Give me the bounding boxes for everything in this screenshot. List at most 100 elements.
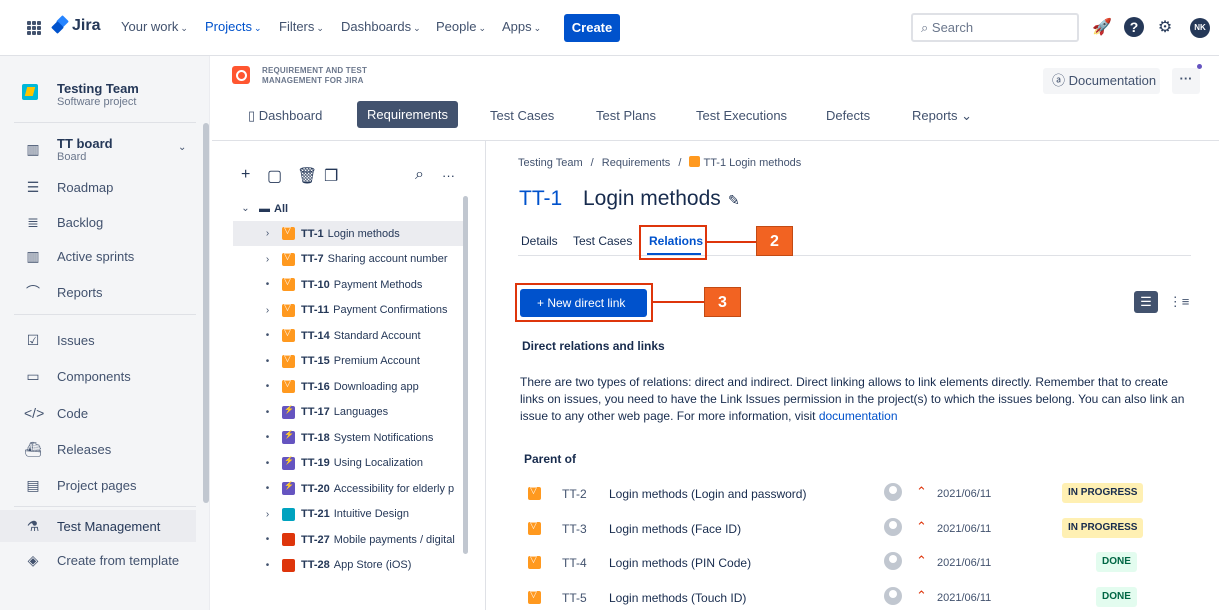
bullet-icon: •	[265, 457, 270, 469]
sidebar-item-code[interactable]: </> Code	[0, 397, 196, 429]
tree-row[interactable]: • TT-10Payment Methods	[233, 272, 463, 297]
documentation-button[interactable]: ⓐ Documentation	[1043, 68, 1160, 94]
tab-dashboard[interactable]: ▯ Dashboard	[248, 108, 322, 124]
sidebar-item-issues[interactable]: ☑ Issues	[0, 324, 196, 356]
relation-key[interactable]: TT-5	[562, 591, 587, 605]
add-icon[interactable]: +	[241, 166, 250, 184]
tab-test-cases[interactable]: Test Cases	[490, 108, 554, 123]
tab-reports[interactable]: Reports ⌄	[912, 108, 972, 124]
sidebar-item-project-pages[interactable]: ▤ Project pages	[0, 469, 196, 501]
relation-name[interactable]: Login methods (Login and password)	[609, 487, 806, 501]
tree-row[interactable]: • TT-16Downloading app	[233, 374, 463, 399]
relation-row[interactable]: TT-2 Login methods (Login and password) ⌃ 2…	[518, 477, 1198, 511]
tree-row[interactable]: • TT-17Languages	[233, 400, 463, 425]
tree-row[interactable]: › TT-21 Intuitive Design	[233, 502, 463, 527]
relation-key[interactable]: TT-4	[562, 556, 587, 570]
chevron-down-icon[interactable]: ⌄	[178, 142, 186, 153]
tree-row[interactable]: • TT-14Standard Account	[233, 323, 463, 348]
app-name-line2: MANAGEMENT FOR JIRA	[262, 76, 364, 85]
sidebar-item-backlog[interactable]: ≣ Backlog	[0, 206, 196, 238]
bullet-icon: •	[265, 559, 270, 571]
jira-logo[interactable]: Jira	[51, 15, 100, 35]
more-icon[interactable]: ···	[442, 168, 455, 183]
breadcrumb-requirements[interactable]: Requirements	[602, 157, 670, 169]
chevron-right-icon[interactable]: ›	[260, 254, 275, 265]
tree-row[interactable]: • TT-20Accessibility for elderly p	[233, 476, 463, 501]
folder-icon[interactable]: ▢	[267, 166, 282, 186]
relation-name[interactable]: Login methods (Touch ID)	[609, 591, 746, 605]
relation-row[interactable]: TT-5 Login methods (Touch ID) ⌃ 2021/06/11 D…	[518, 581, 1198, 610]
documentation-link[interactable]: documentation	[819, 409, 898, 423]
tree-row[interactable]: • TT-15Premium Account	[233, 349, 463, 374]
nav-filters[interactable]: Filters ⌄	[279, 19, 324, 34]
subtab-test-cases[interactable]: Test Cases	[573, 234, 632, 248]
issue-title: Login methods	[583, 187, 721, 210]
sidebar-item-roadmap[interactable]: ☰ Roadmap	[0, 171, 196, 203]
nav-dashboards[interactable]: Dashboards ⌄	[341, 19, 421, 34]
relation-row[interactable]: TT-4 Login methods (PIN Code) ⌃ 2021/06/11 D…	[518, 546, 1198, 580]
create-button[interactable]: Create	[564, 14, 620, 42]
breadcrumb-issue[interactable]: TT-1 Login methods	[703, 157, 801, 169]
nav-apps[interactable]: Apps ⌄	[502, 19, 541, 34]
tree-root[interactable]: ⌄ ▬ All	[233, 196, 463, 221]
tree-issue-name: Using Localization	[333, 457, 424, 469]
trash-icon[interactable]: 🗑	[297, 166, 317, 186]
relation-name[interactable]: Login methods (Face ID)	[609, 522, 741, 536]
copy-icon[interactable]: ❐	[324, 166, 338, 186]
more-actions-button[interactable]: ···	[1172, 68, 1200, 94]
sidebar-scrollbar[interactable]	[203, 123, 209, 503]
settings-gear-icon[interactable]: ⚙	[1154, 17, 1176, 39]
relation-key[interactable]: TT-3	[562, 522, 587, 536]
sidebar-item-releases[interactable]: ⛴ Releases	[0, 433, 196, 465]
issue-key[interactable]: TT-1	[519, 187, 562, 211]
chevron-down-icon: ⌄	[413, 23, 421, 33]
sidebar-item-active-sprints[interactable]: ▥ Active sprints	[0, 240, 196, 272]
edit-pencil-icon[interactable]: ✎	[728, 192, 740, 209]
tree-scrollbar[interactable]	[463, 196, 468, 554]
chevron-right-icon[interactable]: ›	[260, 509, 275, 520]
tree-row[interactable]: • TT-19Using Localization	[233, 451, 463, 476]
nav-projects[interactable]: Projects ⌄	[205, 19, 262, 34]
tree-row[interactable]: • TT-27 Mobile payments / digital	[233, 527, 463, 552]
list-view-icon[interactable]: ☰	[1134, 291, 1158, 313]
relation-name[interactable]: Login methods (PIN Code)	[609, 556, 751, 570]
tree-row[interactable]: • TT-18System Notifications	[233, 425, 463, 450]
task-type-icon	[282, 507, 295, 521]
tab-requirements[interactable]: Requirements	[357, 101, 458, 128]
app-switcher-icon[interactable]	[27, 21, 41, 35]
sidebar-item-reports[interactable]: ⌒ Reports	[0, 276, 196, 308]
chevron-right-icon[interactable]: ›	[260, 228, 275, 239]
tree-row[interactable]: › TT-11Payment Confirmations	[233, 298, 463, 323]
nav-people[interactable]: People ⌄	[436, 19, 486, 34]
notifications-rocket-icon[interactable]: 🚀	[1091, 17, 1113, 39]
user-avatar[interactable]: NK	[1190, 18, 1210, 38]
sidebar-item-test-management[interactable]: ⚗ Test Management	[0, 510, 196, 542]
project-name[interactable]: Testing Team	[57, 81, 139, 96]
help-icon[interactable]: ?	[1124, 17, 1144, 37]
search-input[interactable]: ⌕ Search	[911, 13, 1079, 42]
relation-row[interactable]: TT-3 Login methods (Face ID) ⌃ 2021/06/11 IN…	[518, 512, 1198, 546]
sidebar-item-components[interactable]: ▭ Components	[0, 360, 196, 392]
panel-divider[interactable]	[485, 141, 486, 610]
chevron-down-icon[interactable]: ⌄	[238, 203, 253, 214]
nav-your-work[interactable]: Your work ⌄	[121, 19, 188, 34]
relation-date: 2021/06/11	[937, 522, 992, 535]
chevron-down-icon: ⌄	[316, 23, 324, 33]
search-icon[interactable]: ⌕	[415, 166, 424, 184]
issues-icon: ☑	[26, 331, 40, 348]
tree-view-icon[interactable]: ⋮≡	[1167, 291, 1191, 313]
tab-defects[interactable]: Defects	[826, 108, 870, 123]
project-avatar-icon	[22, 84, 38, 100]
callout-highlight-relations	[639, 225, 707, 260]
tab-test-executions[interactable]: Test Executions	[696, 108, 787, 123]
tree-row[interactable]: • TT-28 App Store (iOS)	[233, 553, 463, 578]
bug-type-icon	[282, 558, 295, 572]
tree-row[interactable]: › TT-7Sharing account number	[233, 247, 463, 272]
subtab-details[interactable]: Details	[521, 234, 558, 248]
tab-test-plans[interactable]: Test Plans	[596, 108, 656, 123]
tree-row[interactable]: › TT-1Login methods	[233, 221, 463, 246]
chevron-right-icon[interactable]: ›	[260, 305, 275, 316]
sidebar-item-create-from-template[interactable]: ◈ Create from template	[0, 544, 196, 576]
breadcrumb-project[interactable]: Testing Team	[518, 157, 583, 169]
relation-key[interactable]: TT-2	[562, 487, 587, 501]
